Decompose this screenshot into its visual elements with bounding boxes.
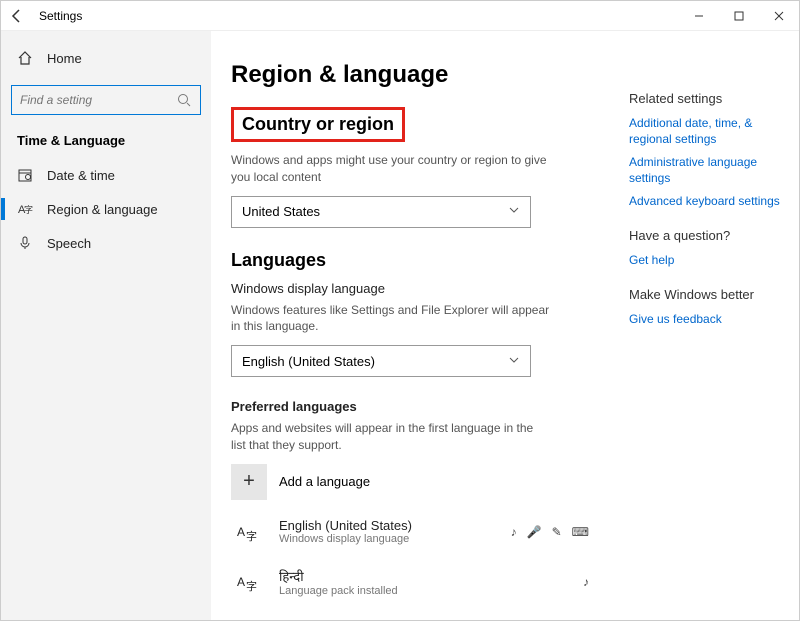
search-icon (176, 92, 192, 108)
sidebar-item-speech[interactable]: Speech (1, 226, 211, 260)
language-feature-icons: ♪ 🎤 ✎ ⌨ (511, 525, 609, 539)
text-to-speech-icon: ♪ (511, 525, 517, 539)
language-subtext: Windows display language (279, 533, 412, 545)
text-to-speech-icon: ♪ (583, 575, 589, 589)
country-value: United States (242, 204, 320, 219)
display-language-desc: Windows features like Settings and File … (231, 302, 551, 336)
display-language-value: English (United States) (242, 354, 375, 369)
sidebar-item-label: Date & time (47, 168, 115, 183)
country-heading-highlight: Country or region (231, 107, 405, 142)
calendar-icon (17, 167, 33, 183)
window-title: Settings (39, 9, 82, 23)
maximize-button[interactable] (719, 1, 759, 31)
language-name: हिन्दी (279, 567, 398, 585)
better-title: Make Windows better (629, 287, 785, 302)
question-title: Have a question? (629, 228, 785, 243)
sidebar-item-region-language[interactable]: A字 Region & language (1, 192, 211, 226)
svg-text:字: 字 (246, 529, 257, 543)
svg-text:字: 字 (246, 579, 257, 593)
sidebar: Home Time & Language Date & time (1, 31, 211, 620)
add-language-row[interactable]: + Add a language (231, 464, 609, 500)
language-subtext: Language pack installed (279, 585, 398, 597)
titlebar: Settings (1, 1, 799, 31)
sidebar-item-label: Region & language (47, 202, 158, 217)
chevron-down-icon (508, 204, 520, 219)
sidebar-item-label: Speech (47, 236, 91, 251)
handwriting-icon: ✎ (552, 525, 562, 539)
display-language-dropdown[interactable]: English (United States) (231, 345, 531, 377)
plus-icon: + (231, 464, 267, 500)
svg-text:字: 字 (24, 204, 33, 215)
minimize-button[interactable] (679, 1, 719, 31)
add-language-label: Add a language (279, 474, 370, 489)
country-dropdown[interactable]: United States (231, 196, 531, 228)
preferred-languages-desc: Apps and websites will appear in the fir… (231, 420, 551, 454)
related-panel: Related settings Additional date, time, … (629, 31, 799, 620)
close-button[interactable] (759, 1, 799, 31)
sidebar-item-date-time[interactable]: Date & time (1, 158, 211, 192)
language-feature-icons: ♪ (583, 575, 609, 589)
link-get-help[interactable]: Get help (629, 253, 785, 269)
search-box[interactable] (11, 85, 201, 115)
language-icon: A字 (17, 201, 33, 217)
page-title: Region & language (231, 61, 609, 89)
svg-text:A: A (237, 575, 245, 589)
language-glyph-icon: A字 (231, 564, 267, 600)
svg-text:A: A (237, 525, 245, 539)
language-item-english[interactable]: A字 English (United States) Windows displ… (231, 514, 609, 550)
keyboard-icon: ⌨ (572, 525, 589, 539)
preferred-languages-heading: Preferred languages (231, 399, 609, 414)
home-icon (17, 50, 33, 66)
link-feedback[interactable]: Give us feedback (629, 312, 785, 328)
speech-icon: 🎤 (527, 525, 542, 539)
sidebar-section-title: Time & Language (1, 127, 211, 158)
sidebar-home[interactable]: Home (1, 41, 211, 75)
chevron-down-icon (508, 354, 520, 369)
sidebar-home-label: Home (47, 51, 82, 66)
microphone-icon (17, 235, 33, 251)
link-additional-date[interactable]: Additional date, time, & regional settin… (629, 116, 785, 147)
link-admin-language[interactable]: Administrative language settings (629, 155, 785, 186)
display-language-label: Windows display language (231, 281, 609, 296)
language-item-hindi[interactable]: A字 हिन्दी Language pack installed ♪ (231, 564, 609, 600)
country-heading: Country or region (242, 114, 394, 135)
language-name: English (United States) (279, 518, 412, 533)
link-advanced-keyboard[interactable]: Advanced keyboard settings (629, 194, 785, 210)
language-glyph-icon: A字 (231, 514, 267, 550)
main-content: Region & language Country or region Wind… (211, 31, 629, 620)
related-title: Related settings (629, 91, 785, 106)
back-icon[interactable] (9, 8, 25, 24)
languages-heading: Languages (231, 250, 609, 271)
search-input[interactable] (20, 93, 170, 107)
country-desc: Windows and apps might use your country … (231, 152, 551, 186)
